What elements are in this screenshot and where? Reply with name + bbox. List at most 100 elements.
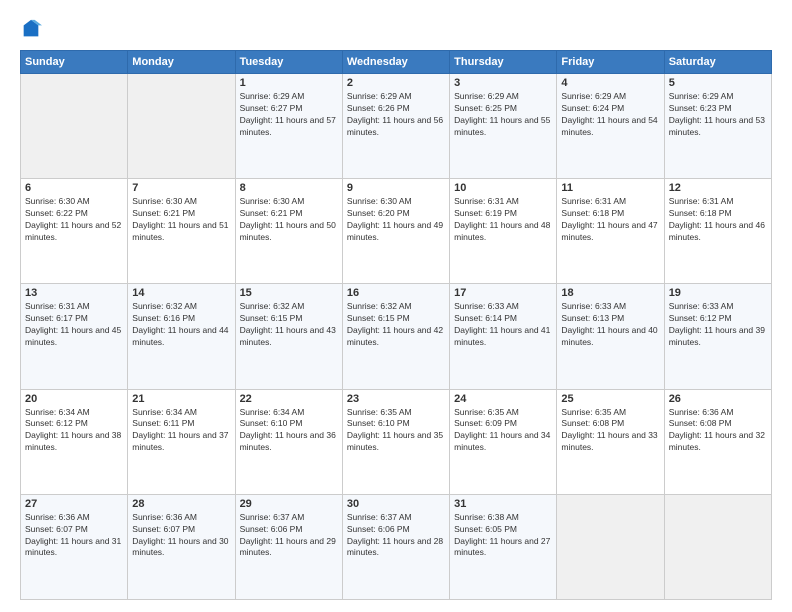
day-info: Sunrise: 6:30 AM Sunset: 6:21 PM Dayligh… [132,196,230,244]
day-number: 30 [347,498,445,510]
calendar-cell: 10Sunrise: 6:31 AM Sunset: 6:19 PM Dayli… [450,179,557,284]
day-number: 2 [347,77,445,89]
day-info: Sunrise: 6:29 AM Sunset: 6:26 PM Dayligh… [347,91,445,139]
day-info: Sunrise: 6:35 AM Sunset: 6:09 PM Dayligh… [454,407,552,455]
day-number: 21 [132,393,230,405]
calendar-cell: 9Sunrise: 6:30 AM Sunset: 6:20 PM Daylig… [342,179,449,284]
calendar-cell: 30 Sunrise: 6:37 AM Sunset: 6:06 PM Dayli… [342,494,449,599]
day-number: 28 [132,498,230,510]
calendar-table: SundayMondayTuesdayWednesdayThursdayFrid… [20,50,772,600]
day-number: 26 [669,393,767,405]
calendar-cell [557,494,664,599]
logo [20,18,46,40]
calendar-cell: 25 Sunrise: 6:35 AM Sunset: 6:08 PM Dayli… [557,389,664,494]
calendar-cell: 23 Sunrise: 6:35 AM Sunset: 6:10 PM Dayli… [342,389,449,494]
calendar-cell [21,74,128,179]
day-number: 19 [669,287,767,299]
calendar-week-row: 27 Sunrise: 6:36 AM Sunset: 6:07 PM Dayli… [21,494,772,599]
day-info: Sunrise: 6:30 AM Sunset: 6:21 PM Dayligh… [240,196,338,244]
calendar-header-saturday: Saturday [664,51,771,74]
day-number: 27 [25,498,123,510]
day-number: 23 [347,393,445,405]
calendar-header-monday: Monday [128,51,235,74]
day-number: 8 [240,182,338,194]
day-number: 25 [561,393,659,405]
header [20,18,772,40]
calendar-cell: 14 Sunrise: 6:32 AM Sunset: 6:16 PM Dayli… [128,284,235,389]
calendar-cell: 22 Sunrise: 6:34 AM Sunset: 6:10 PM Dayli… [235,389,342,494]
logo-icon [20,18,42,40]
day-number: 29 [240,498,338,510]
calendar-cell: 15Sunrise: 6:32 AM Sunset: 6:15 PM Dayli… [235,284,342,389]
day-number: 14 [132,287,230,299]
calendar-header-tuesday: Tuesday [235,51,342,74]
calendar-cell: 3Sunrise: 6:29 AM Sunset: 6:25 PM Daylig… [450,74,557,179]
calendar-cell: 20 Sunrise: 6:34 AM Sunset: 6:12 PM Dayli… [21,389,128,494]
day-info: Sunrise: 6:34 AM Sunset: 6:11 PM Dayligh… [132,407,230,455]
day-info: Sunrise: 6:32 AM Sunset: 6:15 PM Dayligh… [240,301,338,349]
day-info: Sunrise: 6:35 AM Sunset: 6:10 PM Dayligh… [347,407,445,455]
calendar-cell: 21 Sunrise: 6:34 AM Sunset: 6:11 PM Dayli… [128,389,235,494]
day-info: Sunrise: 6:34 AM Sunset: 6:10 PM Dayligh… [240,407,338,455]
calendar-cell: 18 Sunrise: 6:33 AM Sunset: 6:13 PM Dayli… [557,284,664,389]
day-info: Sunrise: 6:29 AM Sunset: 6:27 PM Dayligh… [240,91,338,139]
calendar-cell: 26 Sunrise: 6:36 AM Sunset: 6:08 PM Dayli… [664,389,771,494]
day-info: Sunrise: 6:31 AM Sunset: 6:18 PM Dayligh… [561,196,659,244]
calendar-cell: 24 Sunrise: 6:35 AM Sunset: 6:09 PM Dayli… [450,389,557,494]
day-info: Sunrise: 6:32 AM Sunset: 6:15 PM Dayligh… [347,301,445,349]
day-number: 18 [561,287,659,299]
day-info: Sunrise: 6:36 AM Sunset: 6:07 PM Dayligh… [25,512,123,560]
day-number: 16 [347,287,445,299]
calendar-header-wednesday: Wednesday [342,51,449,74]
day-number: 11 [561,182,659,194]
day-info: Sunrise: 6:32 AM Sunset: 6:16 PM Dayligh… [132,301,230,349]
day-info: Sunrise: 6:30 AM Sunset: 6:22 PM Dayligh… [25,196,123,244]
calendar-cell [128,74,235,179]
calendar-cell: 5Sunrise: 6:29 AM Sunset: 6:23 PM Daylig… [664,74,771,179]
day-number: 10 [454,182,552,194]
day-info: Sunrise: 6:29 AM Sunset: 6:25 PM Dayligh… [454,91,552,139]
day-info: Sunrise: 6:33 AM Sunset: 6:13 PM Dayligh… [561,301,659,349]
day-number: 20 [25,393,123,405]
calendar-cell: 29 Sunrise: 6:37 AM Sunset: 6:06 PM Dayli… [235,494,342,599]
calendar-header-thursday: Thursday [450,51,557,74]
day-info: Sunrise: 6:33 AM Sunset: 6:14 PM Dayligh… [454,301,552,349]
day-info: Sunrise: 6:37 AM Sunset: 6:06 PM Dayligh… [240,512,338,560]
day-number: 22 [240,393,338,405]
day-number: 24 [454,393,552,405]
calendar-cell: 2 Sunrise: 6:29 AM Sunset: 6:26 PM Daylig… [342,74,449,179]
day-number: 6 [25,182,123,194]
calendar-cell: 13 Sunrise: 6:31 AM Sunset: 6:17 PM Dayli… [21,284,128,389]
calendar-cell: 12Sunrise: 6:31 AM Sunset: 6:18 PM Dayli… [664,179,771,284]
day-info: Sunrise: 6:38 AM Sunset: 6:05 PM Dayligh… [454,512,552,560]
day-number: 17 [454,287,552,299]
calendar-cell: 1 Sunrise: 6:29 AM Sunset: 6:27 PM Daylig… [235,74,342,179]
calendar-week-row: 6 Sunrise: 6:30 AM Sunset: 6:22 PM Daylig… [21,179,772,284]
day-info: Sunrise: 6:34 AM Sunset: 6:12 PM Dayligh… [25,407,123,455]
calendar-cell: 27 Sunrise: 6:36 AM Sunset: 6:07 PM Dayli… [21,494,128,599]
calendar-cell: 28Sunrise: 6:36 AM Sunset: 6:07 PM Dayli… [128,494,235,599]
day-info: Sunrise: 6:29 AM Sunset: 6:24 PM Dayligh… [561,91,659,139]
calendar-header-friday: Friday [557,51,664,74]
day-info: Sunrise: 6:30 AM Sunset: 6:20 PM Dayligh… [347,196,445,244]
calendar-header-row: SundayMondayTuesdayWednesdayThursdayFrid… [21,51,772,74]
calendar-week-row: 20 Sunrise: 6:34 AM Sunset: 6:12 PM Dayli… [21,389,772,494]
calendar-cell: 6 Sunrise: 6:30 AM Sunset: 6:22 PM Daylig… [21,179,128,284]
calendar-cell [664,494,771,599]
calendar-cell: 4 Sunrise: 6:29 AM Sunset: 6:24 PM Daylig… [557,74,664,179]
calendar-cell: 31Sunrise: 6:38 AM Sunset: 6:05 PM Dayli… [450,494,557,599]
calendar-cell: 16 Sunrise: 6:32 AM Sunset: 6:15 PM Dayli… [342,284,449,389]
day-number: 4 [561,77,659,89]
day-info: Sunrise: 6:31 AM Sunset: 6:17 PM Dayligh… [25,301,123,349]
day-number: 13 [25,287,123,299]
day-number: 7 [132,182,230,194]
day-number: 5 [669,77,767,89]
calendar-week-row: 1 Sunrise: 6:29 AM Sunset: 6:27 PM Daylig… [21,74,772,179]
day-number: 12 [669,182,767,194]
day-info: Sunrise: 6:35 AM Sunset: 6:08 PM Dayligh… [561,407,659,455]
calendar-cell: 8 Sunrise: 6:30 AM Sunset: 6:21 PM Daylig… [235,179,342,284]
calendar-cell: 19Sunrise: 6:33 AM Sunset: 6:12 PM Dayli… [664,284,771,389]
day-info: Sunrise: 6:36 AM Sunset: 6:08 PM Dayligh… [669,407,767,455]
day-info: Sunrise: 6:37 AM Sunset: 6:06 PM Dayligh… [347,512,445,560]
day-number: 1 [240,77,338,89]
